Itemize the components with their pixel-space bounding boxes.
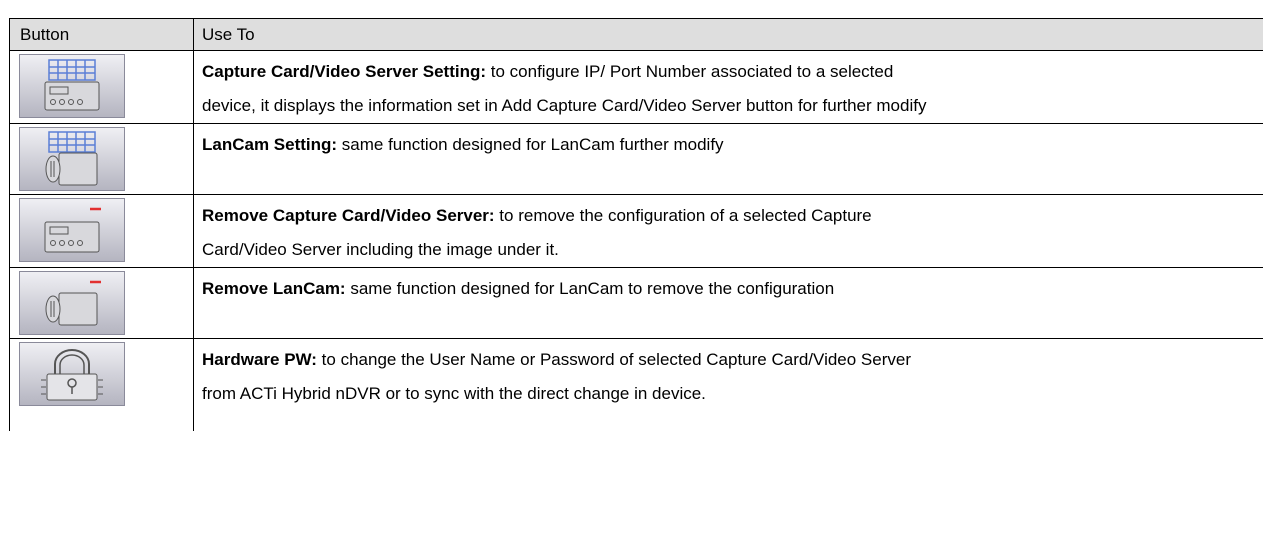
table-header-row: Button Use To bbox=[9, 18, 1263, 51]
row-text: to remove the configuration of a selecte… bbox=[494, 206, 872, 225]
row-title: Remove LanCam: bbox=[202, 279, 346, 298]
row-title: Remove Capture Card/Video Server: bbox=[202, 206, 495, 225]
row-title: Capture Card/Video Server Setting: bbox=[202, 62, 487, 81]
remove-lancam-icon bbox=[19, 271, 125, 335]
row-text: to change the User Name or Password of s… bbox=[316, 350, 911, 369]
remove-capture-card-icon bbox=[19, 198, 125, 262]
row-text-line2: device, it displays the information set … bbox=[202, 96, 927, 115]
hardware-password-icon bbox=[19, 342, 125, 406]
row-text-line2: Card/Video Server including the image un… bbox=[202, 240, 559, 259]
row-text: same function designed for LanCam to rem… bbox=[345, 279, 835, 298]
button-reference-table: Button Use To Capture Card/Video Server … bbox=[9, 18, 1263, 431]
table-row: Capture Card/Video Server Setting: to co… bbox=[9, 50, 1263, 124]
table-row: Remove LanCam: same function designed fo… bbox=[9, 267, 1263, 339]
row-text: same function designed for LanCam furthe… bbox=[337, 135, 724, 154]
header-button: Button bbox=[9, 18, 194, 51]
row-text: to configure IP/ Port Number associated … bbox=[486, 62, 894, 81]
row-title: LanCam Setting: bbox=[202, 135, 338, 154]
header-use-to: Use To bbox=[193, 18, 1263, 51]
row-text-line2: from ACTi Hybrid nDVR or to sync with th… bbox=[202, 384, 706, 403]
table-row: LanCam Setting: same function designed f… bbox=[9, 123, 1263, 195]
table-row: Hardware PW: to change the User Name or … bbox=[9, 338, 1263, 431]
row-title: Hardware PW: bbox=[202, 350, 317, 369]
table-row: Remove Capture Card/Video Server: to rem… bbox=[9, 194, 1263, 268]
capture-card-setting-icon bbox=[19, 54, 125, 118]
lancam-setting-icon bbox=[19, 127, 125, 191]
